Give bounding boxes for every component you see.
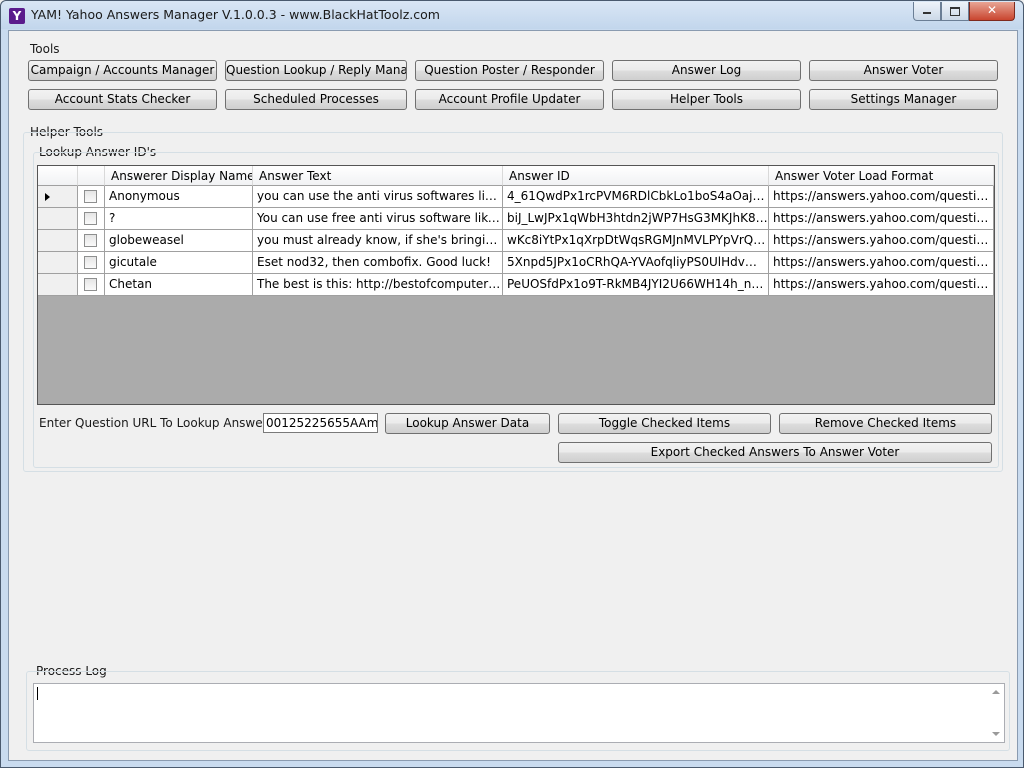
display-name-cell[interactable]: globeweasel bbox=[105, 230, 253, 252]
answer-text-cell[interactable]: you must already know, if she's bringing… bbox=[253, 230, 503, 252]
column-header-answer-text[interactable]: Answer Text bbox=[253, 166, 503, 186]
row-header[interactable] bbox=[38, 208, 78, 230]
answer-id-cell[interactable]: biJ_LwJPx1qWbH3htdn2jWP7HsG3MKJhK8ZMkIT.… bbox=[503, 208, 769, 230]
campaign-accounts-manager-button[interactable]: Campaign / Accounts Manager bbox=[28, 60, 217, 81]
current-row-arrow-icon bbox=[45, 193, 50, 201]
answer-id-cell[interactable]: 4_61QwdPx1rcPVM6RDlCbkLo1boS4aOajvCCfKU.… bbox=[503, 186, 769, 208]
answer-id-cell[interactable]: PeUOSfdPx1o9T-RkMB4JYI2U66WH14h_nS6pOM..… bbox=[503, 274, 769, 296]
voter-format-cell[interactable]: https://answers.yahoo.com/question/index… bbox=[769, 230, 994, 252]
voter-format-cell[interactable]: https://answers.yahoo.com/question/index… bbox=[769, 208, 994, 230]
account-stats-checker-button[interactable]: Account Stats Checker bbox=[28, 89, 217, 110]
log-scrollbar[interactable] bbox=[988, 684, 1004, 742]
client-area: Tools Campaign / Accounts Manager Questi… bbox=[8, 30, 1018, 761]
window-title: YAM! Yahoo Answers Manager V.1.0.0.3 - w… bbox=[31, 7, 440, 22]
row-checkbox[interactable] bbox=[84, 212, 97, 225]
question-url-input[interactable]: 00125225655AAmIEb6 bbox=[263, 413, 378, 433]
answer-text-cell[interactable]: The best is this: http://bestofcomputers… bbox=[253, 274, 503, 296]
table-row[interactable]: Chetan The best is this: http://bestofco… bbox=[38, 274, 994, 296]
window-controls: ✕ bbox=[913, 2, 1015, 21]
account-profile-updater-button[interactable]: Account Profile Updater bbox=[415, 89, 604, 110]
row-checkbox-cell bbox=[78, 252, 105, 274]
voter-format-cell[interactable]: https://answers.yahoo.com/question/index… bbox=[769, 274, 994, 296]
question-lookup-reply-manager-button[interactable]: Question Lookup / Reply Manager bbox=[225, 60, 407, 81]
settings-manager-button[interactable]: Settings Manager bbox=[809, 89, 998, 110]
column-header-display-name[interactable]: Answerer Display Name bbox=[105, 166, 253, 186]
scroll-down-icon[interactable] bbox=[992, 732, 1000, 736]
helper-tools-button[interactable]: Helper Tools bbox=[612, 89, 801, 110]
row-header[interactable] bbox=[38, 230, 78, 252]
title-bar[interactable]: Y YAM! Yahoo Answers Manager V.1.0.0.3 -… bbox=[1, 1, 1023, 29]
row-header-corner bbox=[38, 166, 78, 186]
app-window: Y YAM! Yahoo Answers Manager V.1.0.0.3 -… bbox=[0, 0, 1024, 768]
answer-text-cell[interactable]: Eset nod32, then combofix. Good luck! bbox=[253, 252, 503, 274]
row-header[interactable] bbox=[38, 274, 78, 296]
column-header-voter-format[interactable]: Answer Voter Load Format bbox=[769, 166, 994, 186]
question-poster-responder-button[interactable]: Question Poster / Responder bbox=[415, 60, 604, 81]
row-header[interactable] bbox=[38, 252, 78, 274]
close-icon[interactable]: ✕ bbox=[969, 2, 1015, 21]
checkbox-column-header[interactable] bbox=[78, 166, 105, 186]
scroll-up-icon[interactable] bbox=[992, 690, 1000, 694]
table-row[interactable]: globeweasel you must already know, if sh… bbox=[38, 230, 994, 252]
scheduled-processes-button[interactable]: Scheduled Processes bbox=[225, 89, 407, 110]
table-row[interactable]: Anonymous you can use the anti virus sof… bbox=[38, 186, 994, 208]
column-header-answer-id[interactable]: Answer ID bbox=[503, 166, 769, 186]
row-checkbox-cell bbox=[78, 230, 105, 252]
maximize-icon[interactable] bbox=[941, 2, 969, 21]
minimize-icon[interactable] bbox=[913, 2, 941, 21]
table-row[interactable]: ? You can use free anti virus software l… bbox=[38, 208, 994, 230]
remove-checked-items-button[interactable]: Remove Checked Items bbox=[779, 413, 992, 434]
app-logo-icon: Y bbox=[9, 8, 25, 24]
row-checkbox[interactable] bbox=[84, 234, 97, 247]
row-header[interactable] bbox=[38, 186, 78, 208]
question-url-label: Enter Question URL To Lookup Answers For… bbox=[39, 416, 301, 430]
toggle-checked-items-button[interactable]: Toggle Checked Items bbox=[558, 413, 771, 434]
process-log-textarea[interactable] bbox=[33, 683, 1005, 743]
voter-format-cell[interactable]: https://answers.yahoo.com/question/index… bbox=[769, 186, 994, 208]
row-checkbox-cell bbox=[78, 186, 105, 208]
lookup-answer-data-button[interactable]: Lookup Answer Data bbox=[385, 413, 550, 434]
answer-voter-button[interactable]: Answer Voter bbox=[809, 60, 998, 81]
answer-text-cell[interactable]: you can use the anti virus softwares lik… bbox=[253, 186, 503, 208]
grid-header: Answerer Display Name Answer Text Answer… bbox=[38, 166, 994, 186]
row-checkbox[interactable] bbox=[84, 278, 97, 291]
display-name-cell[interactable]: Anonymous bbox=[105, 186, 253, 208]
row-checkbox[interactable] bbox=[84, 256, 97, 269]
answer-text-cell[interactable]: You can use free anti virus software lik… bbox=[253, 208, 503, 230]
display-name-cell[interactable]: Chetan bbox=[105, 274, 253, 296]
text-caret bbox=[37, 687, 38, 700]
table-row[interactable]: gicutale Eset nod32, then combofix. Good… bbox=[38, 252, 994, 274]
answer-id-cell[interactable]: wKc8iYtPx1qXrpDtWqsRGMJnMVLPYpVrQ8c5USU.… bbox=[503, 230, 769, 252]
answer-id-cell[interactable]: 5Xnpd5JPx1oCRhQA-YVAofqliyPS0UlHdvWL68W2… bbox=[503, 252, 769, 274]
row-checkbox-cell bbox=[78, 274, 105, 296]
display-name-cell[interactable]: ? bbox=[105, 208, 253, 230]
row-checkbox-cell bbox=[78, 208, 105, 230]
answers-grid[interactable]: Answerer Display Name Answer Text Answer… bbox=[37, 165, 995, 405]
display-name-cell[interactable]: gicutale bbox=[105, 252, 253, 274]
voter-format-cell[interactable]: https://answers.yahoo.com/question/index… bbox=[769, 252, 994, 274]
row-checkbox[interactable] bbox=[84, 190, 97, 203]
answer-log-button[interactable]: Answer Log bbox=[612, 60, 801, 81]
export-to-answer-voter-button[interactable]: Export Checked Answers To Answer Voter bbox=[558, 442, 992, 463]
